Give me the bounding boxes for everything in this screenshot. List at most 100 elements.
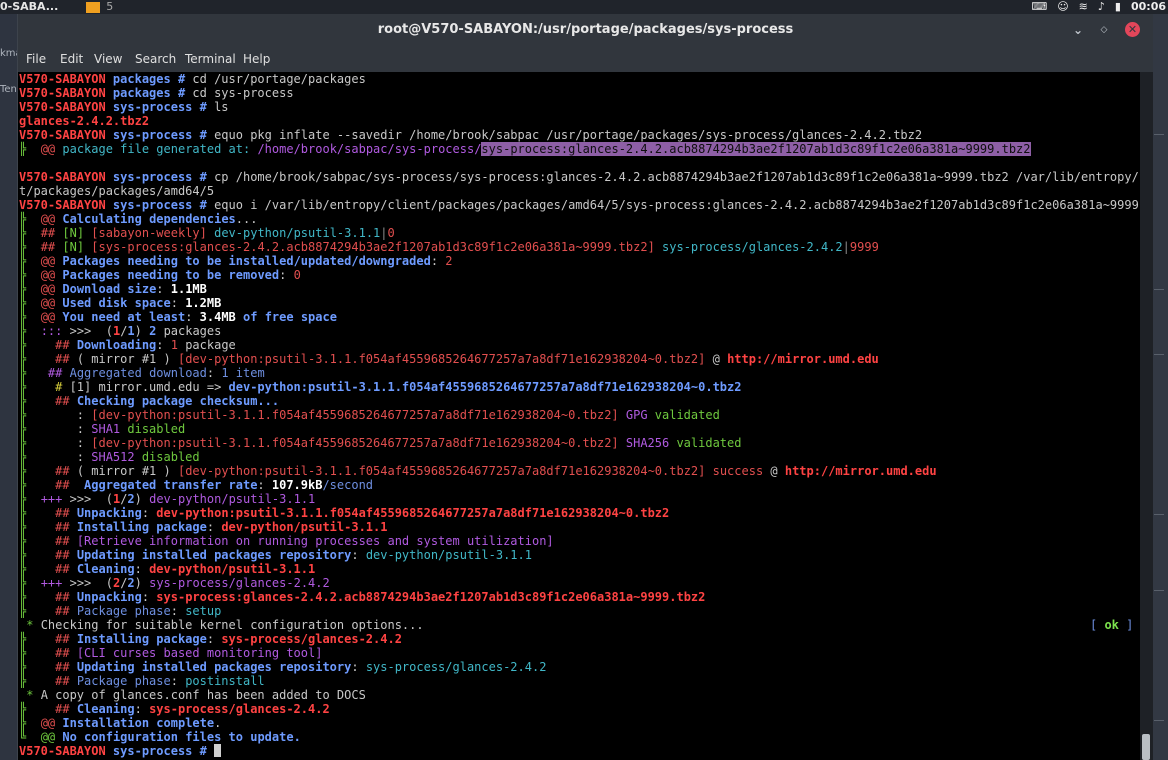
terminal-text: postinstall (185, 674, 265, 688)
terminal-text: 2 (127, 576, 135, 590)
terminal-text: ## (55, 660, 77, 674)
terminal-text: V570-SABAYON (19, 198, 113, 212)
terminal-text: validated (654, 408, 720, 422)
battery-icon[interactable]: ▮ (1115, 0, 1121, 14)
terminal-text: ╠ (19, 506, 56, 520)
terminal-text: dev-python/psutil-3.1.1 (149, 562, 316, 576)
terminal-text: ╠ (19, 436, 77, 450)
terminal-text: ## (55, 646, 77, 660)
terminal-text: : (134, 702, 150, 716)
terminal-text: Unpacking (76, 506, 142, 520)
terminal-text: [N] (62, 226, 92, 240)
terminal-text: >>> ( (69, 492, 113, 506)
terminal-text: . (214, 716, 222, 730)
terminal-text: dev-python:psutil-3.1.1.f054af4559685264… (156, 506, 670, 520)
terminal-text: A copy of glances.conf has been added to… (40, 688, 366, 702)
terminal-text: dev-python/psutil-3.1.1 (221, 520, 388, 534)
terminal-scrollbar[interactable] (1140, 72, 1153, 760)
terminal-text: ╠ (19, 478, 56, 492)
minimize-icon[interactable]: ⌄ (1070, 22, 1086, 38)
terminal-text: >>> ( (69, 324, 113, 338)
terminal-text: @@ (40, 254, 63, 268)
terminal-line: ╠ ## [CLI curses based monitoring tool] (19, 646, 322, 660)
terminal-line: ╠ @@ Installation complete. (19, 716, 221, 730)
terminal-text: ## (55, 548, 77, 562)
terminal-text: : (170, 674, 186, 688)
terminal-text: 2 (127, 492, 135, 506)
menu-file[interactable]: File (26, 52, 46, 66)
terminal-text: ## (47, 366, 70, 380)
terminal-text: | (380, 226, 388, 240)
terminal-text: ╠ (19, 576, 41, 590)
terminal-text: t/packages/packages/amd64/5 (19, 184, 215, 198)
terminal-text: Package phase (76, 674, 171, 688)
terminal-text: : (141, 506, 157, 520)
terminal-line: ╠ ## Package phase: setup (19, 604, 221, 618)
menu-search[interactable]: Search (135, 52, 176, 66)
terminal-line: glances-2.4.2.tbz2 (19, 114, 149, 128)
user-icon[interactable]: ☺ (1057, 0, 1068, 14)
ok-status-part: ok (1104, 618, 1119, 632)
terminal-line: ╠ ## ( mirror #1 ) [dev-python:psutil-3.… (19, 352, 879, 366)
taskbar-app-label[interactable]: 0-SABA... (0, 0, 58, 14)
terminal-text: Cleaning (76, 702, 135, 716)
terminal-text: : (76, 450, 92, 464)
terminal-text: [N] (62, 240, 92, 254)
terminal-text: packages (163, 324, 222, 338)
keyboard-icon[interactable]: ⌨ (1031, 0, 1047, 14)
terminal-text: Installing package (76, 632, 207, 646)
terminal-text: : (76, 408, 92, 422)
terminal-text: ╠ (19, 534, 56, 548)
desktop-right-edge (1152, 14, 1168, 760)
terminal-text: 0 (387, 226, 395, 240)
terminal-text: ╠ (19, 324, 41, 338)
menu-help[interactable]: Help (243, 52, 270, 66)
ok-status-part: ] (1118, 618, 1134, 632)
terminal-line: ╠ ## [Retrieve information on running pr… (19, 534, 554, 548)
menu-edit[interactable]: Edit (60, 52, 83, 66)
terminal-text: V570-SABAYON (19, 128, 113, 142)
ok-status: [ ok ] (1090, 618, 1133, 632)
menu-terminal[interactable]: Terminal (185, 52, 236, 66)
terminal-text: equo pkg inflate --savedir /home/brook/s… (214, 128, 923, 142)
terminal-text: ╠ (19, 310, 41, 324)
window-titlebar[interactable]: root@V570-SABAYON:/usr/portage/packages/… (18, 14, 1153, 46)
terminal-text: ╠ (19, 632, 56, 646)
terminal-text: ## (55, 674, 77, 688)
terminal-line: ╠ : [dev-python:psutil-3.1.1.f054af45596… (19, 436, 741, 450)
terminal-text: ## (55, 338, 77, 352)
terminal-text: sys-process/glances-2.4.2 (149, 702, 330, 716)
terminal-text: : (430, 254, 446, 268)
scrollbar-thumb[interactable] (1142, 734, 1150, 760)
terminal-text: @@ (40, 730, 63, 744)
terminal-line: ╠ @@ Packages needing to be installed/up… (19, 254, 453, 268)
terminal-text: ╠ (19, 660, 56, 674)
terminal-output[interactable]: V570-SABAYON packages # cd /usr/portage/… (18, 72, 1140, 760)
terminal-text: ( mirror #1 ) (76, 352, 178, 366)
terminal-text: of free space (243, 310, 337, 324)
clock[interactable]: 00:06 (1131, 0, 1166, 14)
terminal-text: package file generated at: (62, 142, 258, 156)
terminal-line: ╠ ## Downloading: 1 package (19, 338, 236, 352)
volume-icon[interactable]: ♪ (1098, 0, 1105, 14)
terminal-text: ## (55, 506, 77, 520)
desktop-left-edge: kma Ten (0, 14, 22, 760)
terminal-text: Checking for suitable kernel configurati… (40, 618, 424, 632)
terminal-text: ╠ (19, 254, 41, 268)
maximize-icon[interactable]: ◇ (1096, 22, 1112, 38)
terminal-text: ) (134, 576, 150, 590)
terminal-text: [sabayon-weekly] (91, 226, 215, 240)
terminal-text: 0 (293, 268, 301, 282)
close-icon[interactable]: ✕ (1125, 22, 1140, 37)
taskbar-terminal-group[interactable]: 5 (86, 0, 113, 14)
menu-view[interactable]: View (94, 52, 122, 66)
terminal-text: Packages needing to be removed (62, 268, 280, 282)
terminal-text: ╠ (19, 520, 56, 534)
wifi-icon[interactable]: ≋ (1079, 0, 1088, 14)
terminal-text: sys-process/glances-2.4.2 (149, 576, 330, 590)
terminal-text: ╠ (19, 268, 41, 282)
terminal-text: ╠ (19, 450, 77, 464)
terminal-text: : (156, 282, 171, 296)
terminal-text: SHA1 (91, 422, 128, 436)
terminal-text: V570-SABAYON (19, 170, 113, 184)
